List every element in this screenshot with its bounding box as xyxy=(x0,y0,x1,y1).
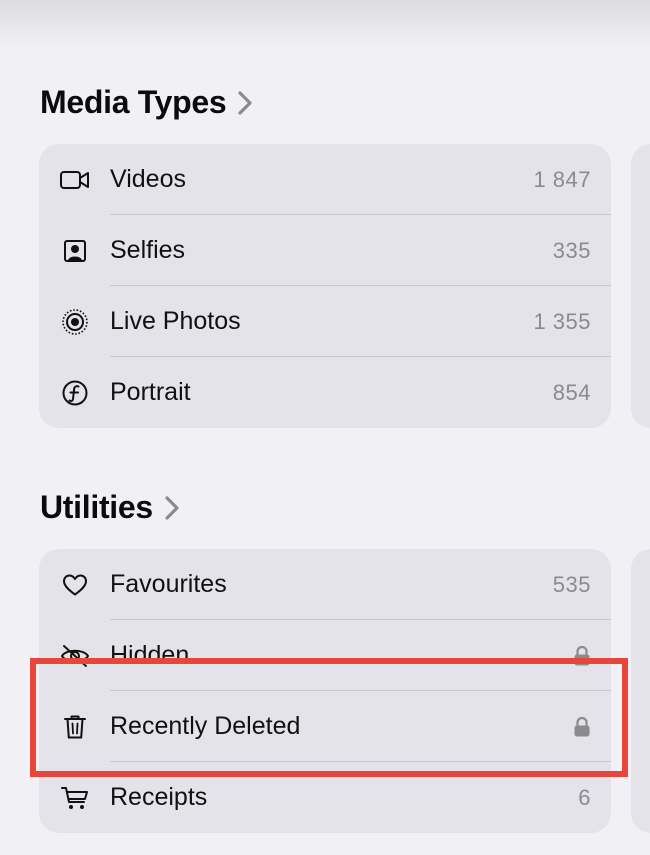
row-label: Favourites xyxy=(110,570,227,598)
lock-icon xyxy=(573,645,591,667)
row-label: Selfies xyxy=(110,236,186,264)
utilities-title: Utilities xyxy=(40,489,153,525)
eye-slash-icon xyxy=(59,640,91,672)
lock-icon xyxy=(573,716,591,738)
utility-row-recently-deleted[interactable]: Recently Deleted xyxy=(39,691,611,762)
row-label: Portrait xyxy=(110,378,191,406)
row-label: Videos xyxy=(110,165,186,193)
row-label: Receipts xyxy=(110,783,208,811)
row-count: 1 355 xyxy=(533,308,591,334)
media-type-row-portrait[interactable]: Portrait 854 xyxy=(39,357,611,428)
cart-icon xyxy=(59,782,91,814)
utility-row-favourites[interactable]: Favourites 535 xyxy=(39,549,611,620)
live-photo-icon xyxy=(59,306,91,338)
heart-icon xyxy=(59,569,91,601)
utilities-header[interactable]: Utilities xyxy=(40,489,179,526)
media-type-row-selfies[interactable]: Selfies 335 xyxy=(39,215,611,286)
row-count: 854 xyxy=(552,379,591,405)
row-count: 335 xyxy=(552,237,591,263)
row-count: 1 847 xyxy=(533,166,591,192)
trash-icon xyxy=(59,711,91,743)
media-type-row-videos[interactable]: Videos 1 847 xyxy=(39,144,611,215)
utility-row-hidden[interactable]: Hidden xyxy=(39,620,611,691)
portrait-aperture-icon xyxy=(59,377,91,409)
media-types-header[interactable]: Media Types xyxy=(40,84,252,121)
media-types-title: Media Types xyxy=(40,84,227,120)
next-card-peek[interactable] xyxy=(631,144,650,428)
video-camera-icon xyxy=(59,164,91,196)
selfie-portrait-icon xyxy=(59,235,91,267)
media-types-card: Videos 1 847 Selfies 335 Live Photos 1 3… xyxy=(39,144,611,428)
next-card-peek[interactable] xyxy=(631,549,650,833)
row-count: 535 xyxy=(552,571,591,597)
row-count: 6 xyxy=(578,784,591,810)
row-label: Live Photos xyxy=(110,307,241,335)
utility-row-receipts[interactable]: Receipts 6 xyxy=(39,762,611,833)
top-fade xyxy=(0,0,650,48)
utilities-card: Favourites 535 Hidden Recently Deleted R… xyxy=(39,549,611,833)
row-label: Hidden xyxy=(110,641,190,669)
chevron-right-icon xyxy=(165,495,179,520)
chevron-right-icon xyxy=(238,90,252,115)
media-type-row-live-photos[interactable]: Live Photos 1 355 xyxy=(39,286,611,357)
row-label: Recently Deleted xyxy=(110,712,301,740)
